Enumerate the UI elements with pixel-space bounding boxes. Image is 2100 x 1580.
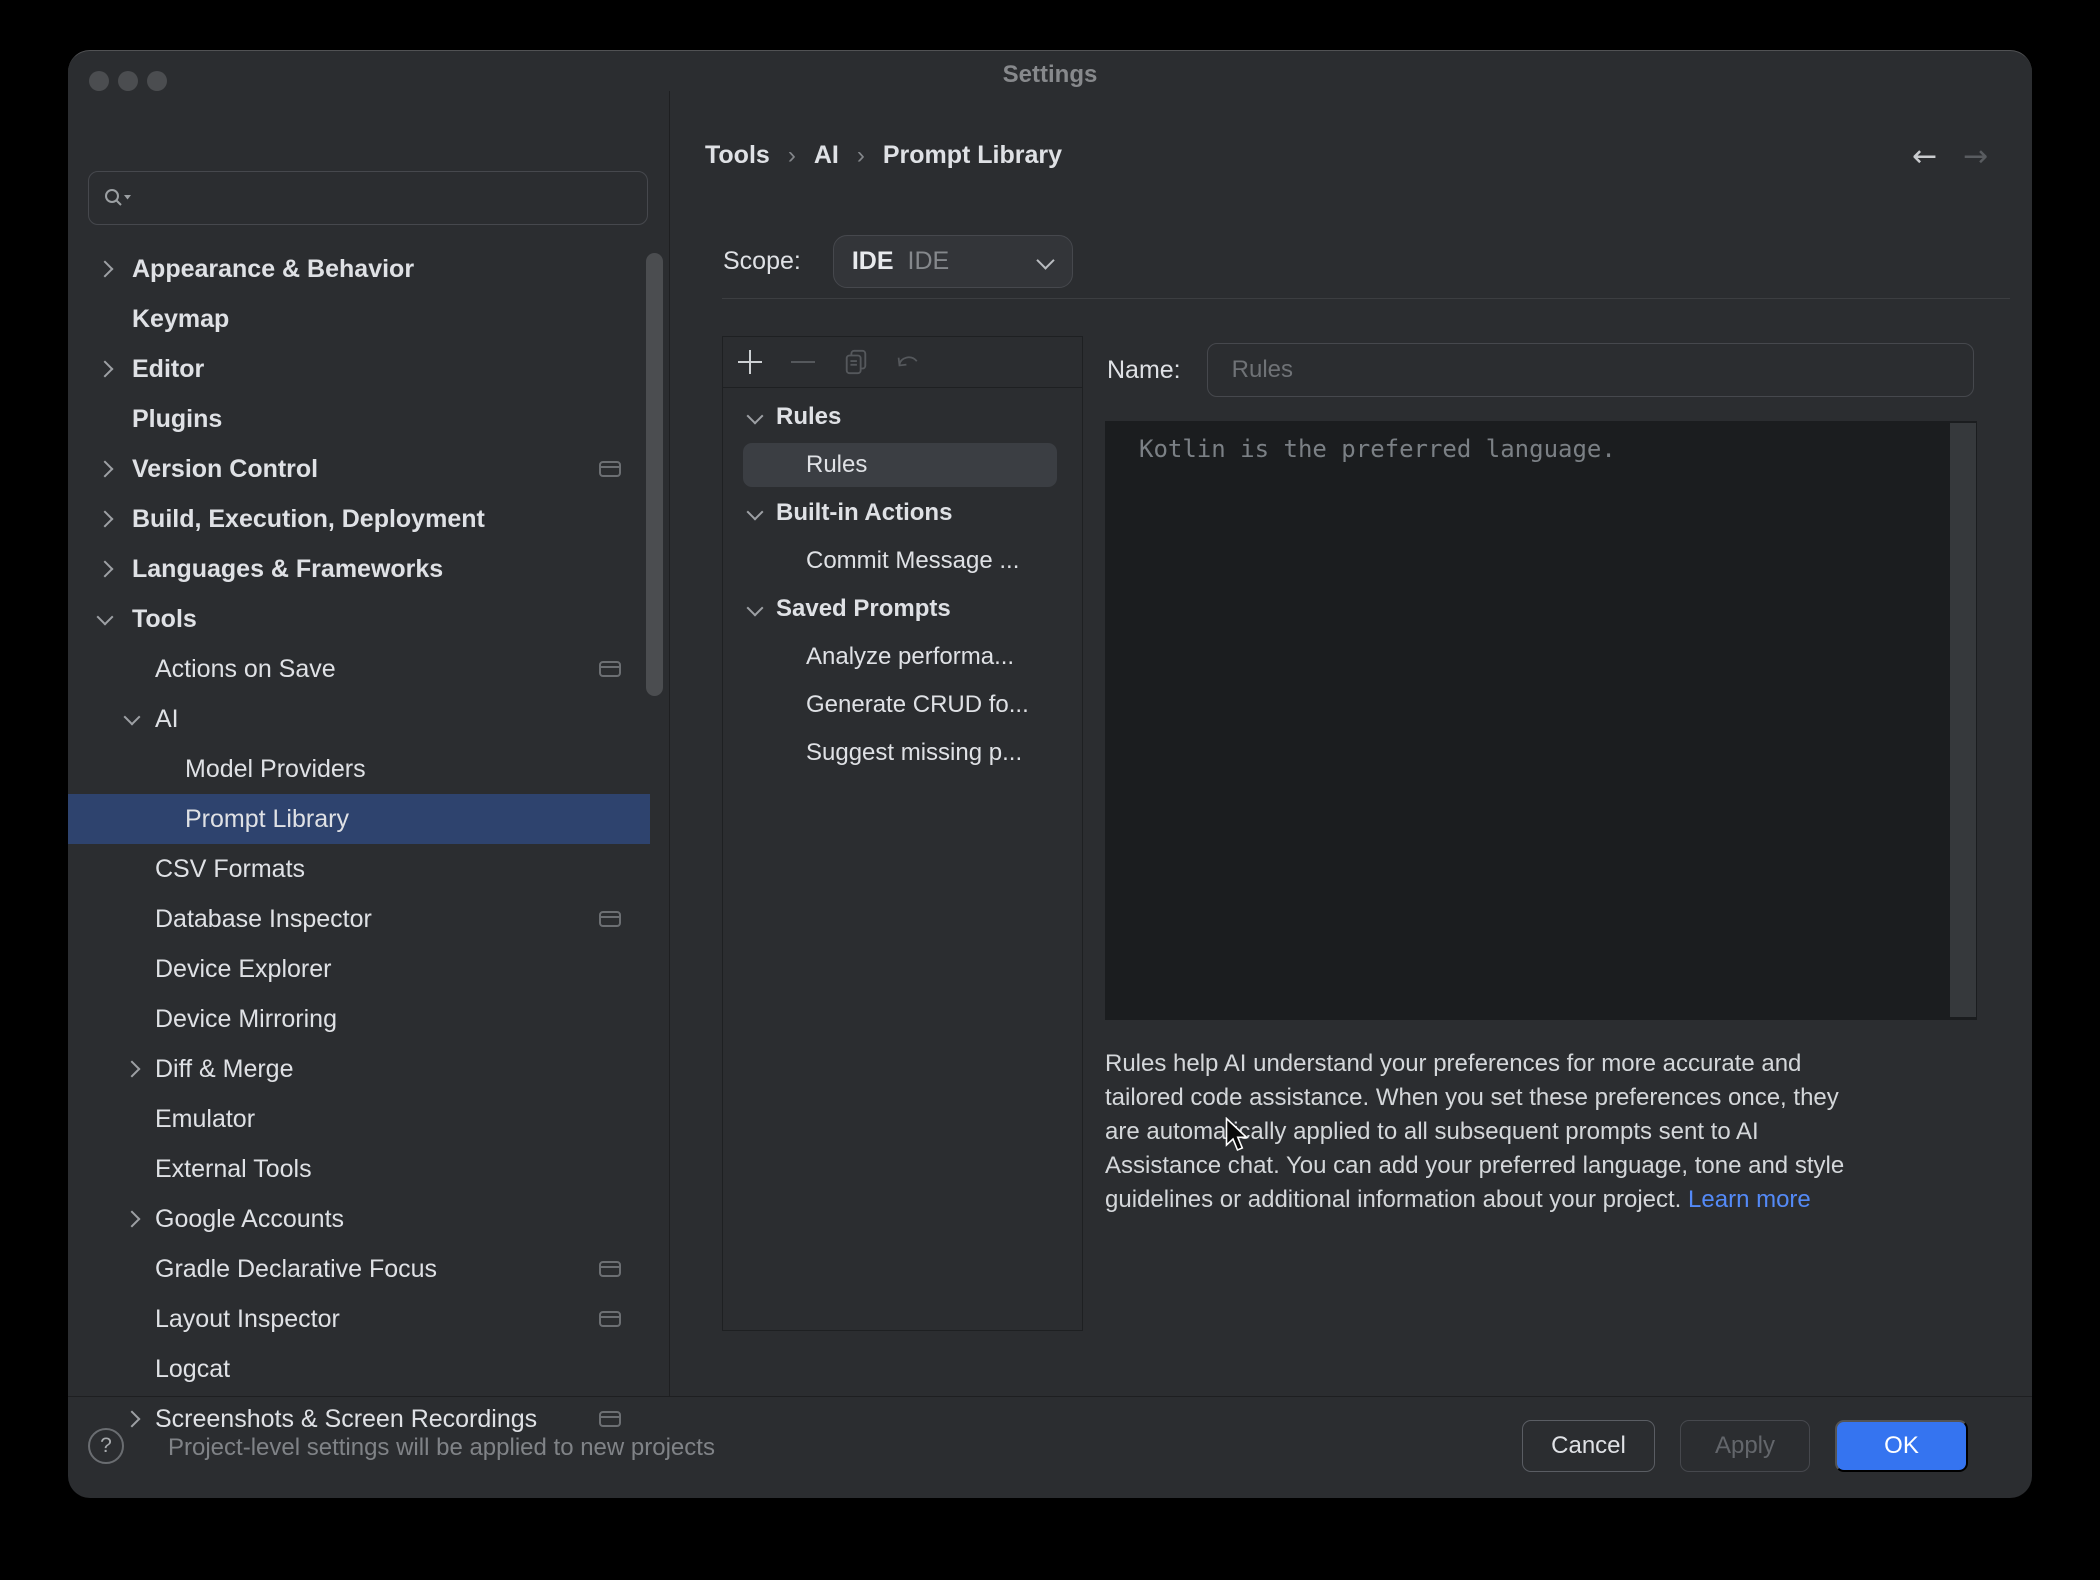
- tree-group-rules[interactable]: Rules: [723, 393, 1082, 441]
- chevron-down-icon: [124, 709, 141, 726]
- project-level-icon: [599, 1311, 621, 1327]
- breadcrumb-separator: ›: [857, 142, 865, 170]
- search-input[interactable]: [88, 171, 648, 225]
- breadcrumb-prompt-library: Prompt Library: [883, 141, 1062, 170]
- sidebar-item-database-inspector[interactable]: Database Inspector: [68, 894, 669, 944]
- chevron-right-icon: [97, 511, 114, 528]
- sidebar-divider: [669, 91, 670, 1396]
- chevron-down-icon: [747, 600, 764, 617]
- back-arrow-icon[interactable]: ←: [1912, 139, 1937, 174]
- title-bar: Settings: [68, 51, 2032, 91]
- chevron-right-icon: [124, 1061, 141, 1078]
- undo-icon[interactable]: [896, 349, 922, 375]
- chevron-down-icon: [97, 609, 114, 626]
- sidebar-item-device-explorer[interactable]: Device Explorer: [68, 944, 669, 994]
- editor-scrollbar[interactable]: [1950, 423, 1976, 1017]
- mouse-cursor: [1225, 1117, 1253, 1155]
- cancel-button[interactable]: Cancel: [1522, 1420, 1655, 1472]
- prompt-tree: Rules Rules Built-in Actions Commit Mess…: [723, 393, 1082, 777]
- duplicate-prompt-button[interactable]: [843, 349, 869, 375]
- prompt-editor[interactable]: Kotlin is the preferred language.: [1105, 421, 1977, 1020]
- sidebar-item-tools[interactable]: Tools: [68, 594, 669, 644]
- sidebar-item-gradle-declarative-focus[interactable]: Gradle Declarative Focus: [68, 1244, 669, 1294]
- chevron-down-icon: [747, 408, 764, 425]
- prompt-editor-content: Kotlin is the preferred language.: [1139, 435, 1616, 463]
- ok-button[interactable]: OK: [1835, 1420, 1968, 1472]
- sidebar-item-keymap[interactable]: Keymap: [68, 294, 669, 344]
- name-label: Name:: [1107, 356, 1181, 385]
- scope-selected-value: IDE: [908, 247, 950, 276]
- section-divider: [722, 298, 2010, 299]
- tree-item-rules[interactable]: Rules: [723, 441, 1082, 489]
- chevron-down-icon: [747, 504, 764, 521]
- breadcrumb-ai[interactable]: AI: [814, 141, 839, 170]
- sidebar-item-languages-frameworks[interactable]: Languages & Frameworks: [68, 544, 669, 594]
- sidebar-item-csv-formats[interactable]: CSV Formats: [68, 844, 669, 894]
- sidebar-item-layout-inspector[interactable]: Layout Inspector: [68, 1294, 669, 1344]
- apply-button[interactable]: Apply: [1680, 1420, 1810, 1472]
- scope-selected-prefix: IDE: [852, 247, 894, 276]
- footer-bar: ? Project-level settings will be applied…: [68, 1397, 2032, 1497]
- sidebar-item-actions-on-save[interactable]: Actions on Save: [68, 644, 669, 694]
- sidebar-item-device-mirroring[interactable]: Device Mirroring: [68, 994, 669, 1044]
- breadcrumb-tools[interactable]: Tools: [705, 141, 770, 170]
- search-icon: [103, 186, 133, 210]
- chevron-right-icon: [124, 1211, 141, 1228]
- sidebar-item-google-accounts[interactable]: Google Accounts: [68, 1194, 669, 1244]
- sidebar-item-prompt-library[interactable]: Prompt Library: [68, 794, 650, 844]
- project-level-icon: [599, 1261, 621, 1277]
- project-level-icon: [599, 661, 621, 677]
- breadcrumb-separator: ›: [788, 142, 796, 170]
- prompt-tree-panel: Rules Rules Built-in Actions Commit Mess…: [722, 336, 1083, 1331]
- tree-selection-highlight: [743, 443, 1057, 487]
- sidebar-scrollbar[interactable]: [646, 253, 663, 696]
- sidebar-item-emulator[interactable]: Emulator: [68, 1094, 669, 1144]
- learn-more-link[interactable]: Learn more: [1688, 1186, 1811, 1213]
- tree-item-analyze-performance[interactable]: Analyze performa...: [723, 633, 1082, 681]
- tree-item-generate-crud[interactable]: Generate CRUD fo...: [723, 681, 1082, 729]
- sidebar-item-editor[interactable]: Editor: [68, 344, 669, 394]
- help-icon[interactable]: ?: [88, 1428, 124, 1464]
- sidebar-item-logcat[interactable]: Logcat: [68, 1344, 669, 1394]
- project-level-icon: [599, 911, 621, 927]
- sidebar-item-model-providers[interactable]: Model Providers: [68, 744, 669, 794]
- sidebar-item-build-execution-deployment[interactable]: Build, Execution, Deployment: [68, 494, 669, 544]
- sidebar-item-appearance-behavior[interactable]: Appearance & Behavior: [68, 244, 669, 294]
- chevron-down-icon: [1036, 251, 1054, 269]
- scope-label: Scope:: [723, 247, 801, 276]
- settings-sidebar: Appearance & Behavior Keymap Editor Plug…: [68, 91, 669, 1396]
- prompt-tree-toolbar: [723, 337, 1082, 388]
- sidebar-item-diff-merge[interactable]: Diff & Merge: [68, 1044, 669, 1094]
- chevron-right-icon: [97, 261, 114, 278]
- sidebar-item-plugins[interactable]: Plugins: [68, 394, 669, 444]
- settings-nav-tree: Appearance & Behavior Keymap Editor Plug…: [68, 244, 669, 1444]
- footer-info-text: Project-level settings will be applied t…: [168, 1434, 715, 1462]
- sidebar-item-external-tools[interactable]: External Tools: [68, 1144, 669, 1194]
- sidebar-item-ai[interactable]: AI: [68, 694, 669, 744]
- breadcrumb: Tools › AI › Prompt Library: [705, 141, 1062, 170]
- scope-dropdown[interactable]: IDE IDE: [833, 235, 1073, 288]
- sidebar-item-version-control[interactable]: Version Control: [68, 444, 669, 494]
- chevron-right-icon: [97, 461, 114, 478]
- prompt-description: Rules help AI understand your preference…: [1105, 1047, 1844, 1217]
- chevron-right-icon: [97, 361, 114, 378]
- settings-window: Settings Appearance & Behavior Keymap Ed…: [68, 50, 2032, 1498]
- forward-arrow-icon: →: [1963, 139, 1988, 174]
- remove-prompt-button[interactable]: [790, 349, 816, 375]
- project-level-icon: [599, 461, 621, 477]
- tree-item-commit-message[interactable]: Commit Message ...: [723, 537, 1082, 585]
- tree-item-suggest-missing[interactable]: Suggest missing p...: [723, 729, 1082, 777]
- tree-group-built-in-actions[interactable]: Built-in Actions: [723, 489, 1082, 537]
- tree-group-saved-prompts[interactable]: Saved Prompts: [723, 585, 1082, 633]
- prompt-name-input[interactable]: [1207, 343, 1974, 397]
- add-prompt-button[interactable]: [737, 349, 763, 375]
- chevron-right-icon: [97, 561, 114, 578]
- window-title: Settings: [68, 61, 2032, 89]
